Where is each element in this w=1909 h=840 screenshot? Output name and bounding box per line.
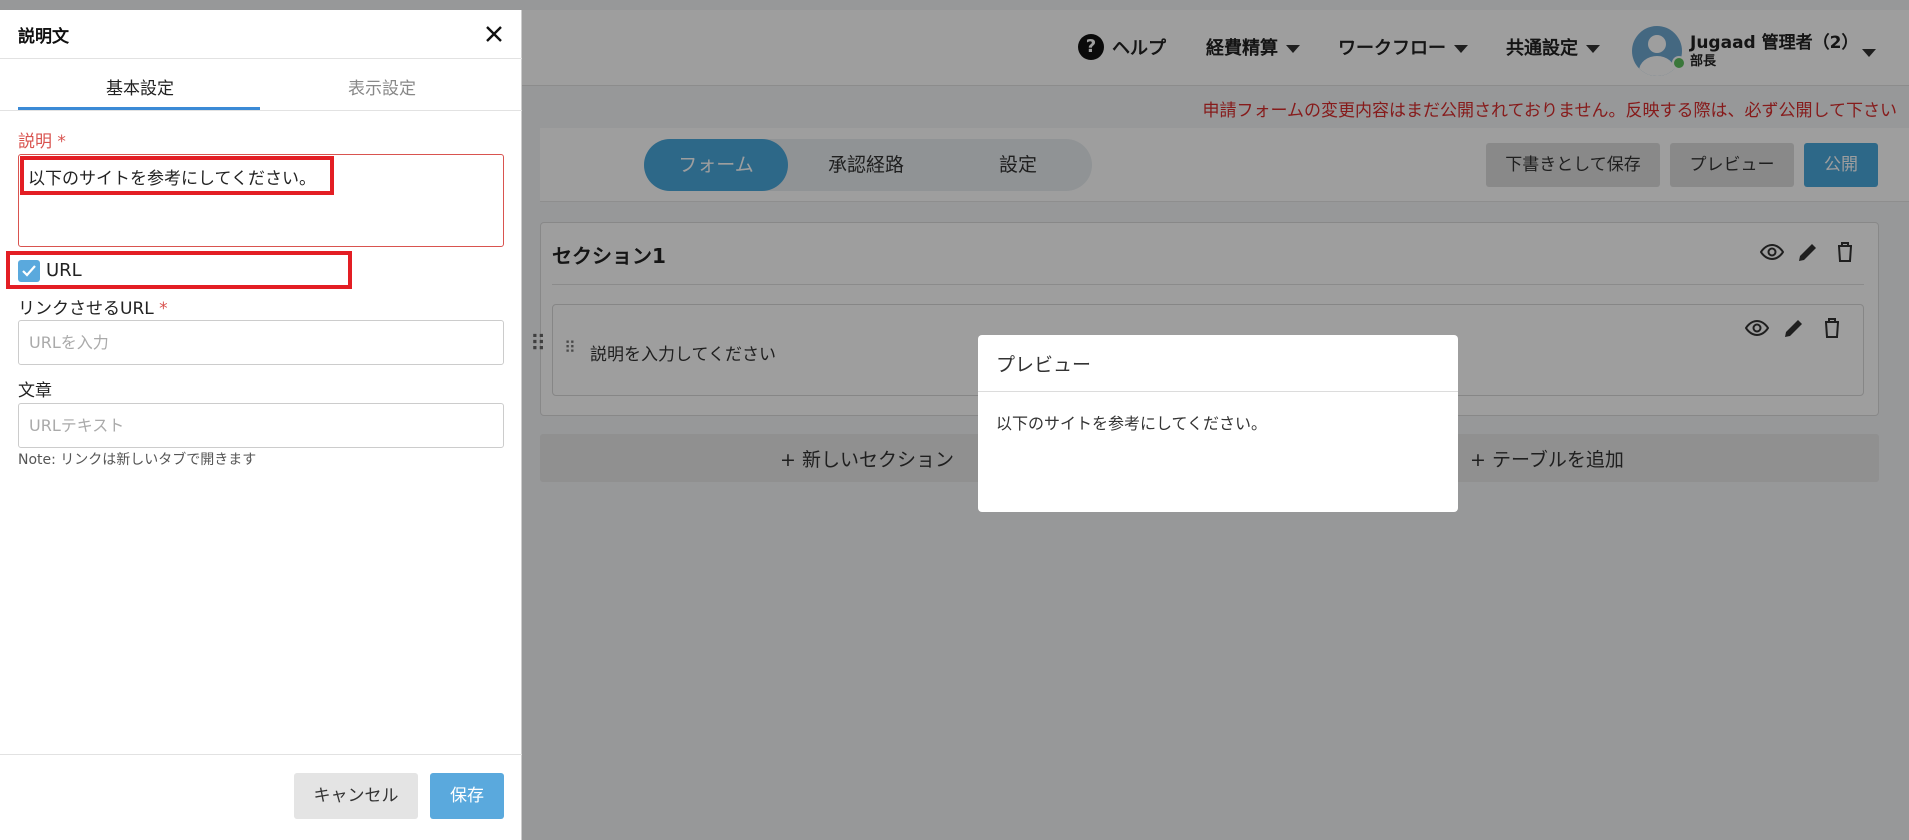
link-text-input[interactable]: [18, 403, 504, 448]
preview-modal-body: 以下のサイトを参考にしてください。: [996, 414, 1268, 433]
save-button[interactable]: 保存: [430, 773, 504, 819]
annotation-highlight-box: [6, 251, 352, 289]
preview-modal-divider: [978, 391, 1458, 392]
link-url-label: リンクさせるURL *: [18, 299, 168, 319]
link-url-input[interactable]: [18, 320, 504, 365]
tab-basic-settings[interactable]: 基本設定: [10, 74, 270, 99]
panel-title: 説明文: [18, 27, 69, 47]
tab-display-settings[interactable]: 表示設定: [252, 74, 512, 99]
preview-modal-title: プレビュー: [996, 354, 1092, 376]
link-note: Note: リンクは新しいタブで開きます: [18, 452, 257, 468]
cancel-button[interactable]: キャンセル: [294, 773, 418, 819]
link-text-label: 文章: [18, 381, 52, 401]
close-icon[interactable]: [484, 24, 504, 44]
annotation-highlight-box: [20, 156, 334, 195]
description-label: 説明 *: [18, 132, 66, 152]
panel-header-divider: [0, 58, 522, 59]
tab-divider: [0, 110, 522, 111]
panel-footer-divider: [0, 754, 522, 755]
